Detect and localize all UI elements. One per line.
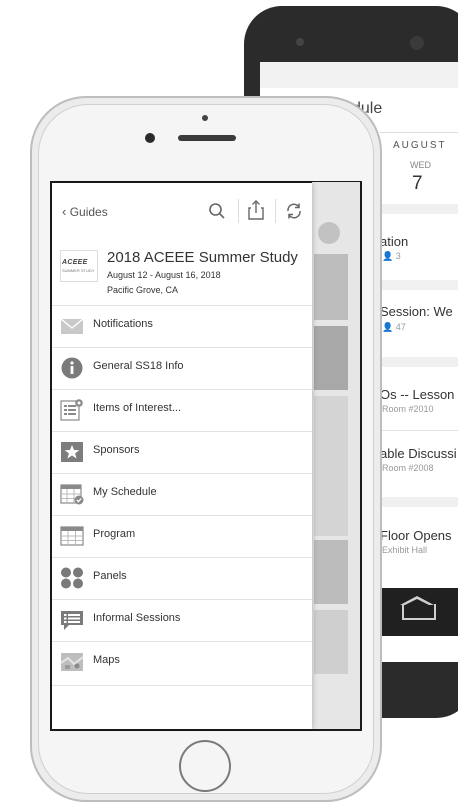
date-number[interactable]: 7 (412, 173, 423, 195)
attendee-count: 👤 3 (382, 251, 401, 262)
menu-item-label: Panels (93, 570, 127, 582)
menu-item-items-of-interest[interactable]: Items of Interest... (52, 389, 312, 431)
menu-item-label: Sponsors (93, 444, 140, 456)
guide-title: 2018 ACEEE Summer Study (107, 249, 298, 266)
proximity-sensor (202, 115, 208, 121)
menu-item-maps[interactable]: Maps (52, 641, 312, 683)
attendee-count: 👤 47 (382, 322, 406, 333)
menu-item-notifications[interactable]: Notifications (52, 305, 312, 347)
background-image (314, 254, 348, 320)
menu-item-program[interactable]: Program (52, 515, 312, 557)
person-icon: 👤 (382, 322, 394, 332)
android-camera (296, 38, 304, 46)
star-icon (61, 442, 83, 462)
refresh-icon[interactable] (285, 202, 303, 220)
map-icon (60, 653, 84, 671)
chat-icon (61, 611, 83, 630)
schedule-row-title[interactable]: Floor Opens (380, 528, 452, 543)
row-sub: 47 (395, 322, 406, 332)
back-button[interactable]: ‹ Guides (62, 204, 108, 219)
month-label: AUGUST (393, 140, 447, 151)
background-image (314, 610, 348, 674)
calendar-grid-icon (60, 526, 84, 546)
menu-item-label: My Schedule (93, 486, 157, 498)
schedule-row-title[interactable]: able Discussi (380, 446, 457, 461)
weekday-label: WED (410, 160, 431, 170)
row-location: Room #2010 (382, 404, 434, 414)
background-image (314, 540, 348, 604)
background-image (314, 326, 348, 390)
avatar[interactable] (318, 222, 340, 244)
calendar-check-icon (60, 484, 84, 505)
back-label: Guides (69, 205, 108, 219)
home-button[interactable] (179, 740, 231, 792)
envelope-icon (60, 318, 84, 334)
background-image (314, 396, 348, 536)
menu-item-label: Informal Sessions (93, 612, 181, 624)
menu-divider (52, 685, 312, 686)
menu-item-label: Items of Interest... (93, 402, 182, 414)
row-sub: 3 (395, 251, 401, 261)
row-location: Exhibit Hall (382, 545, 428, 555)
chevron-left-icon: ‹ (62, 204, 67, 219)
menu-item-label: Notifications (93, 318, 153, 330)
guide-logo (60, 250, 98, 282)
schedule-row-title[interactable]: Os -- Lesson (380, 387, 454, 402)
guide-logo-text: ACEEE (62, 259, 88, 266)
schedule-row-title[interactable]: Session: We (380, 304, 453, 319)
home-nav-icon-base (402, 604, 436, 620)
earpiece-speaker (178, 135, 236, 141)
menu-item-sponsors[interactable]: Sponsors (52, 431, 312, 473)
front-camera (145, 133, 155, 143)
guide-dates: August 12 - August 16, 2018 (107, 270, 221, 280)
menu-item-my-schedule[interactable]: My Schedule (52, 473, 312, 515)
circles-icon (61, 567, 83, 589)
menu-item-informal-sessions[interactable]: Informal Sessions (52, 599, 312, 641)
person-icon: 👤 (382, 251, 394, 261)
menu-item-panels[interactable]: Panels (52, 557, 312, 599)
menu-item-label: Maps (93, 654, 120, 666)
share-icon[interactable] (248, 200, 264, 220)
android-speaker (410, 36, 424, 50)
schedule-row-title[interactable]: ation (380, 234, 408, 249)
info-icon (61, 357, 83, 379)
guide-location: Pacific Grove, CA (107, 285, 179, 295)
row-location: Room #2008 (382, 463, 434, 473)
search-icon[interactable] (208, 202, 226, 220)
menu-item-label: General SS18 Info (93, 360, 184, 372)
menu-item-label: Program (93, 528, 136, 540)
guide-logo-subtext: SUMMER STUDY (62, 268, 95, 273)
list-icon (60, 399, 83, 421)
menu-item-general-info[interactable]: General SS18 Info (52, 347, 312, 389)
